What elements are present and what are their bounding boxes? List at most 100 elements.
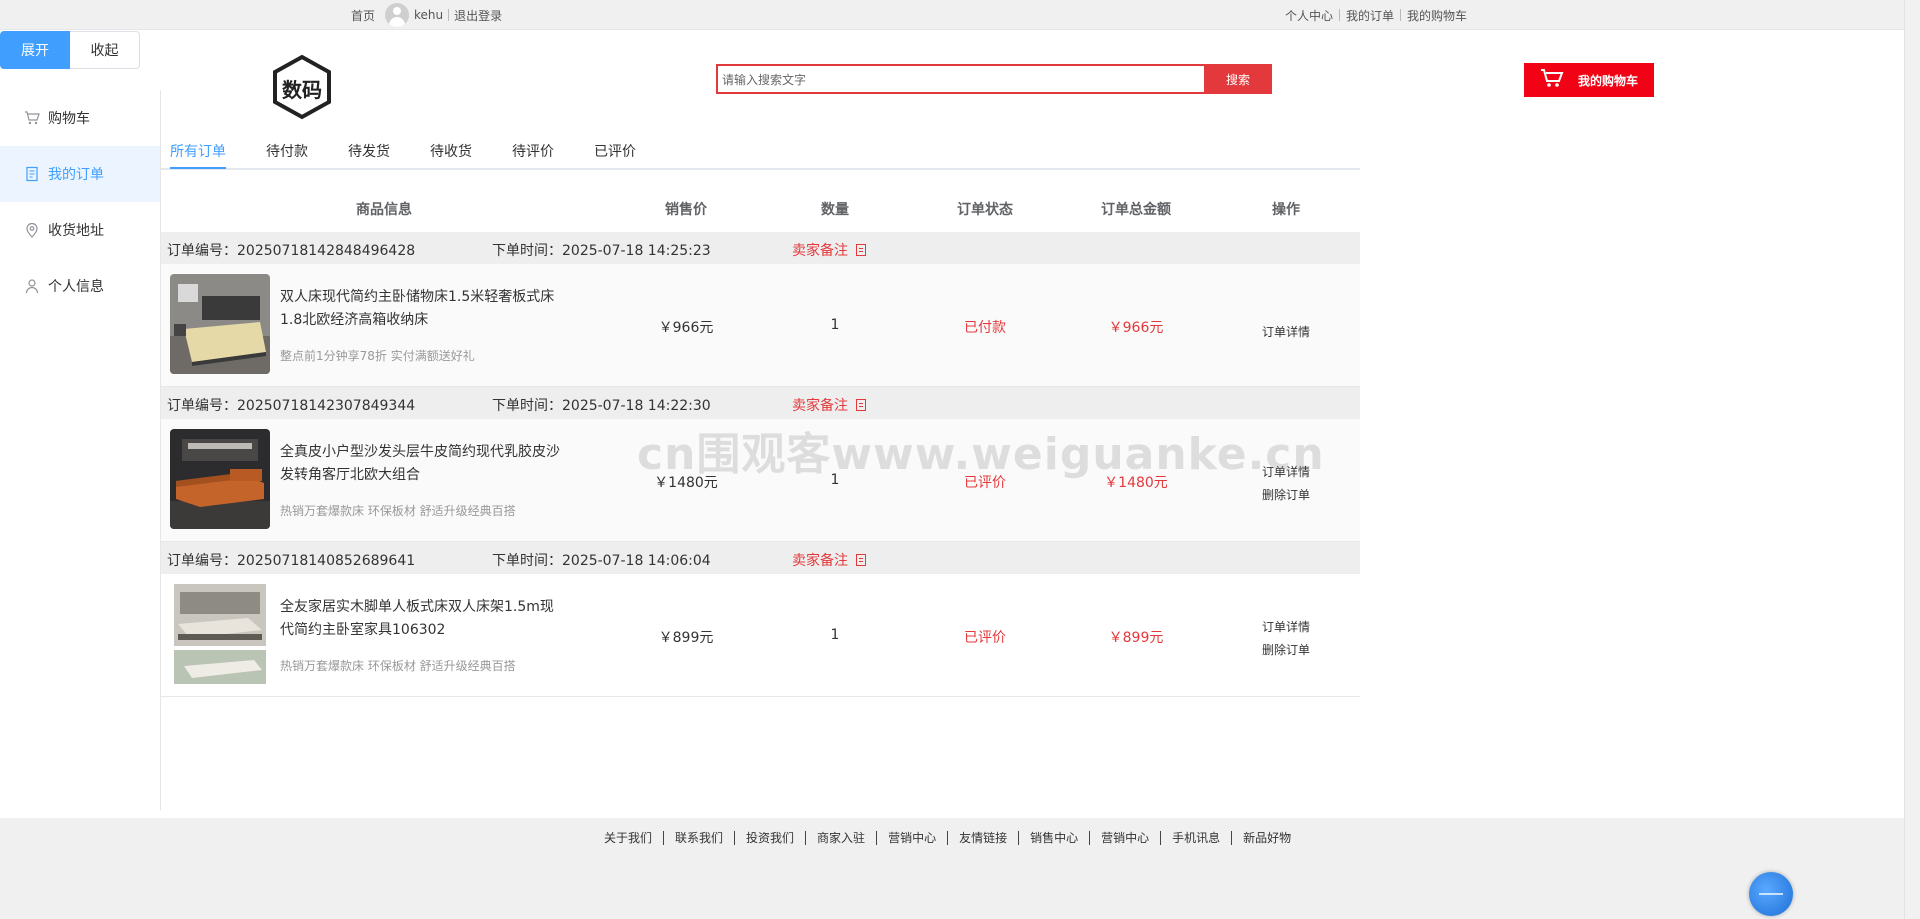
my-orders-link[interactable]: 我的订单	[1340, 7, 1400, 24]
order-total: ￥899元	[1108, 630, 1164, 646]
order-row: 订单编号：20250718140852689641 下单时间：2025-07-1…	[161, 542, 1360, 697]
tab-pending-shipment[interactable]: 待发货	[348, 141, 390, 161]
tab-pending-payment[interactable]: 待付款	[266, 141, 308, 161]
location-icon	[24, 222, 40, 238]
cart-icon	[1540, 68, 1564, 93]
tab-reviewed[interactable]: 已评价	[594, 141, 636, 161]
order-body: 全友家居实木脚单人板式床双人床架1.5m现代简约主卧室家具106302 热销万套…	[161, 574, 1360, 697]
order-qty: 1	[830, 317, 840, 333]
product-promo: 热销万套爆款床 环保板材 舒适升级经典百搭	[280, 504, 516, 518]
note-icon	[856, 554, 866, 566]
order-status: 已付款	[964, 320, 1006, 336]
footer-link-new[interactable]: 新品好物	[1232, 829, 1302, 846]
product-image[interactable]	[170, 429, 270, 529]
column-header-product: 商品信息	[356, 202, 412, 218]
seller-note-label: 卖家备注	[792, 398, 848, 414]
top-bar: 首页 kehu 退出登录 个人中心 我的订单 我的购物车	[0, 0, 1904, 30]
username[interactable]: kehu	[414, 8, 443, 22]
sidebar: 购物车 我的订单 收货地址 个人信息	[0, 90, 161, 810]
tab-pending-review[interactable]: 待评价	[512, 141, 554, 161]
footer-link-about[interactable]: 关于我们	[593, 829, 663, 846]
sidebar-item-label: 购物车	[48, 111, 90, 127]
order-price: ￥966元	[658, 320, 714, 336]
home-link[interactable]: 首页	[351, 7, 375, 24]
product-image[interactable]	[170, 274, 270, 374]
footer-link-contact[interactable]: 联系我们	[664, 829, 734, 846]
sidebar-item-profile[interactable]: 个人信息	[0, 258, 160, 314]
order-header: 订单编号：20250718140852689641 下单时间：2025-07-1…	[161, 542, 1360, 574]
product-image[interactable]	[170, 584, 270, 684]
column-header-status: 订单状态	[957, 202, 1013, 218]
tab-pending-receipt[interactable]: 待收货	[430, 141, 472, 161]
order-total: ￥966元	[1108, 320, 1164, 336]
footer-links: 关于我们 联系我们 投资我们 商家入驻 营销中心 友情链接 销售中心 营销中心 …	[593, 829, 1302, 846]
collapse-button[interactable]: 收起	[70, 31, 140, 69]
order-price: ￥899元	[658, 630, 714, 646]
sidebar-item-cart[interactable]: 购物车	[0, 90, 160, 146]
delete-order-link[interactable]: 删除订单	[1262, 484, 1310, 507]
delete-order-link[interactable]: 删除订单	[1262, 639, 1310, 662]
order-tabs: 所有订单 待付款 待发货 待收货 待评价 已评价	[161, 134, 1360, 170]
product-title[interactable]: 全友家居实木脚单人板式床双人床架1.5m现代简约主卧室家具106302	[280, 596, 565, 642]
personal-center-link[interactable]: 个人中心	[1279, 7, 1339, 24]
footer-link-friends[interactable]: 友情链接	[948, 829, 1018, 846]
column-header-total: 订单总金额	[1101, 202, 1171, 218]
document-icon	[24, 166, 40, 182]
order-actions: 订单详情	[1262, 321, 1310, 344]
sidebar-item-address[interactable]: 收货地址	[0, 202, 160, 258]
logout-link[interactable]: 退出登录	[454, 7, 502, 24]
vertical-scrollbar[interactable]	[1904, 0, 1920, 919]
footer-link-marketing[interactable]: 营销中心	[877, 829, 947, 846]
avatar[interactable]	[385, 3, 410, 27]
footer: 关于我们 联系我们 投资我们 商家入驻 营销中心 友情链接 销售中心 营销中心 …	[0, 818, 1904, 919]
sidebar-item-label: 个人信息	[48, 279, 104, 295]
order-status: 已评价	[964, 630, 1006, 646]
column-header-ops: 操作	[1272, 202, 1300, 218]
site-logo[interactable]: 数码	[271, 54, 333, 120]
search-button[interactable]: 搜索	[1204, 64, 1272, 94]
order-time: 下单时间：2025-07-18 14:06:04	[492, 553, 711, 569]
expand-button[interactable]: 展开	[0, 31, 70, 69]
cart-button-label: 我的购物车	[1578, 73, 1639, 88]
order-header: 订单编号：20250718142848496428 下单时间：2025-07-1…	[161, 232, 1360, 264]
column-header-price: 销售价	[665, 202, 707, 218]
sidebar-item-label: 收货地址	[48, 223, 104, 239]
sidebar-item-my-orders[interactable]: 我的订单	[0, 146, 160, 202]
search-input[interactable]: 请输入搜索文字	[716, 64, 1204, 94]
seller-note-label: 卖家备注	[792, 553, 848, 569]
product-title[interactable]: 全真皮小户型沙发头层牛皮简约现代乳胶皮沙发转角客厅北欧大组合	[280, 441, 565, 487]
order-time: 下单时间：2025-07-18 14:22:30	[492, 398, 711, 414]
top-bar-left: 首页 kehu 退出登录	[351, 0, 502, 30]
sidebar-item-label: 我的订单	[48, 167, 104, 183]
footer-link-sales[interactable]: 销售中心	[1019, 829, 1089, 846]
order-body: 双人床现代简约主卧储物床1.5米轻奢板式床1.8北欧经济高箱收纳床 整点前1分钟…	[161, 264, 1360, 387]
order-detail-link[interactable]: 订单详情	[1262, 616, 1310, 639]
seller-note-label: 卖家备注	[792, 243, 848, 259]
footer-link-merchant[interactable]: 商家入驻	[806, 829, 876, 846]
product-promo: 整点前1分钟享78折 实付满额送好礼	[280, 349, 475, 363]
seller-note[interactable]: 卖家备注	[792, 240, 866, 260]
order-header: 订单编号：20250718142307849344 下单时间：2025-07-1…	[161, 387, 1360, 419]
order-row: 订单编号：20250718142848496428 下单时间：2025-07-1…	[161, 232, 1360, 387]
footer-link-mobile[interactable]: 手机讯息	[1161, 829, 1231, 846]
order-number: 订单编号：20250718140852689641	[167, 553, 416, 569]
top-bar-right: 个人中心 我的订单 我的购物车	[1279, 0, 1473, 30]
tab-all-orders[interactable]: 所有订单	[170, 141, 226, 161]
product-title[interactable]: 双人床现代简约主卧储物床1.5米轻奢板式床1.8北欧经济高箱收纳床	[280, 286, 565, 332]
my-cart-link[interactable]: 我的购物车	[1401, 7, 1473, 24]
product-promo: 热销万套爆款床 环保板材 舒适升级经典百搭	[280, 659, 516, 673]
floating-assistant-button[interactable]	[1749, 872, 1793, 916]
logo-text: 数码	[282, 78, 322, 102]
seller-note[interactable]: 卖家备注	[792, 550, 866, 570]
note-icon	[856, 244, 866, 256]
user-icon	[24, 278, 40, 294]
footer-link-invest[interactable]: 投资我们	[735, 829, 805, 846]
order-detail-link[interactable]: 订单详情	[1262, 321, 1310, 344]
watermark: cn围观客www.weiguanke.cn	[637, 429, 1325, 480]
note-icon	[856, 399, 866, 411]
order-number: 订单编号：20250718142848496428	[167, 243, 416, 259]
my-cart-button[interactable]: 我的购物车	[1524, 63, 1654, 97]
search-bar: 请输入搜索文字 搜索	[716, 64, 1272, 94]
seller-note[interactable]: 卖家备注	[792, 395, 866, 415]
footer-link-marketing-2[interactable]: 营销中心	[1090, 829, 1160, 846]
